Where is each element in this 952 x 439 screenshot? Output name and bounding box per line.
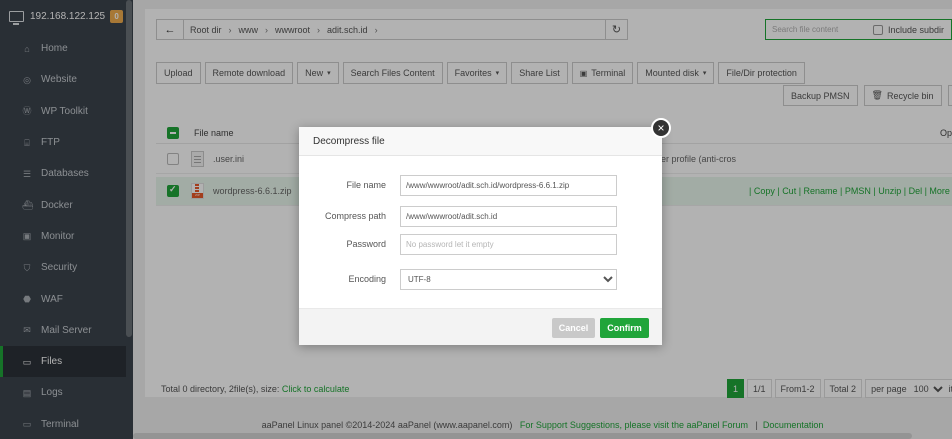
password-label: Password (346, 239, 386, 249)
compress-path-label: Compress path (324, 211, 386, 221)
compress-path-input[interactable] (400, 205, 617, 227)
file-name-input[interactable] (400, 174, 617, 196)
file-name-label: File name (346, 180, 386, 190)
encoding-label: Encoding (348, 274, 386, 284)
dialog-title: Decompress file (299, 127, 662, 156)
password-input[interactable] (400, 233, 617, 255)
password-row: Password (299, 233, 662, 255)
close-icon[interactable]: × (651, 118, 671, 138)
encoding-select[interactable]: UTF-8 (400, 268, 617, 290)
confirm-button[interactable]: Confirm (600, 318, 649, 338)
encoding-row: Encoding UTF-8 (299, 268, 662, 290)
dialog-footer: Cancel Confirm (299, 308, 662, 345)
file-name-row: File name (299, 174, 662, 196)
decompress-dialog: Decompress file File name Compress path … (299, 127, 662, 345)
cancel-button[interactable]: Cancel (552, 318, 595, 338)
compress-path-row: Compress path (299, 205, 662, 227)
